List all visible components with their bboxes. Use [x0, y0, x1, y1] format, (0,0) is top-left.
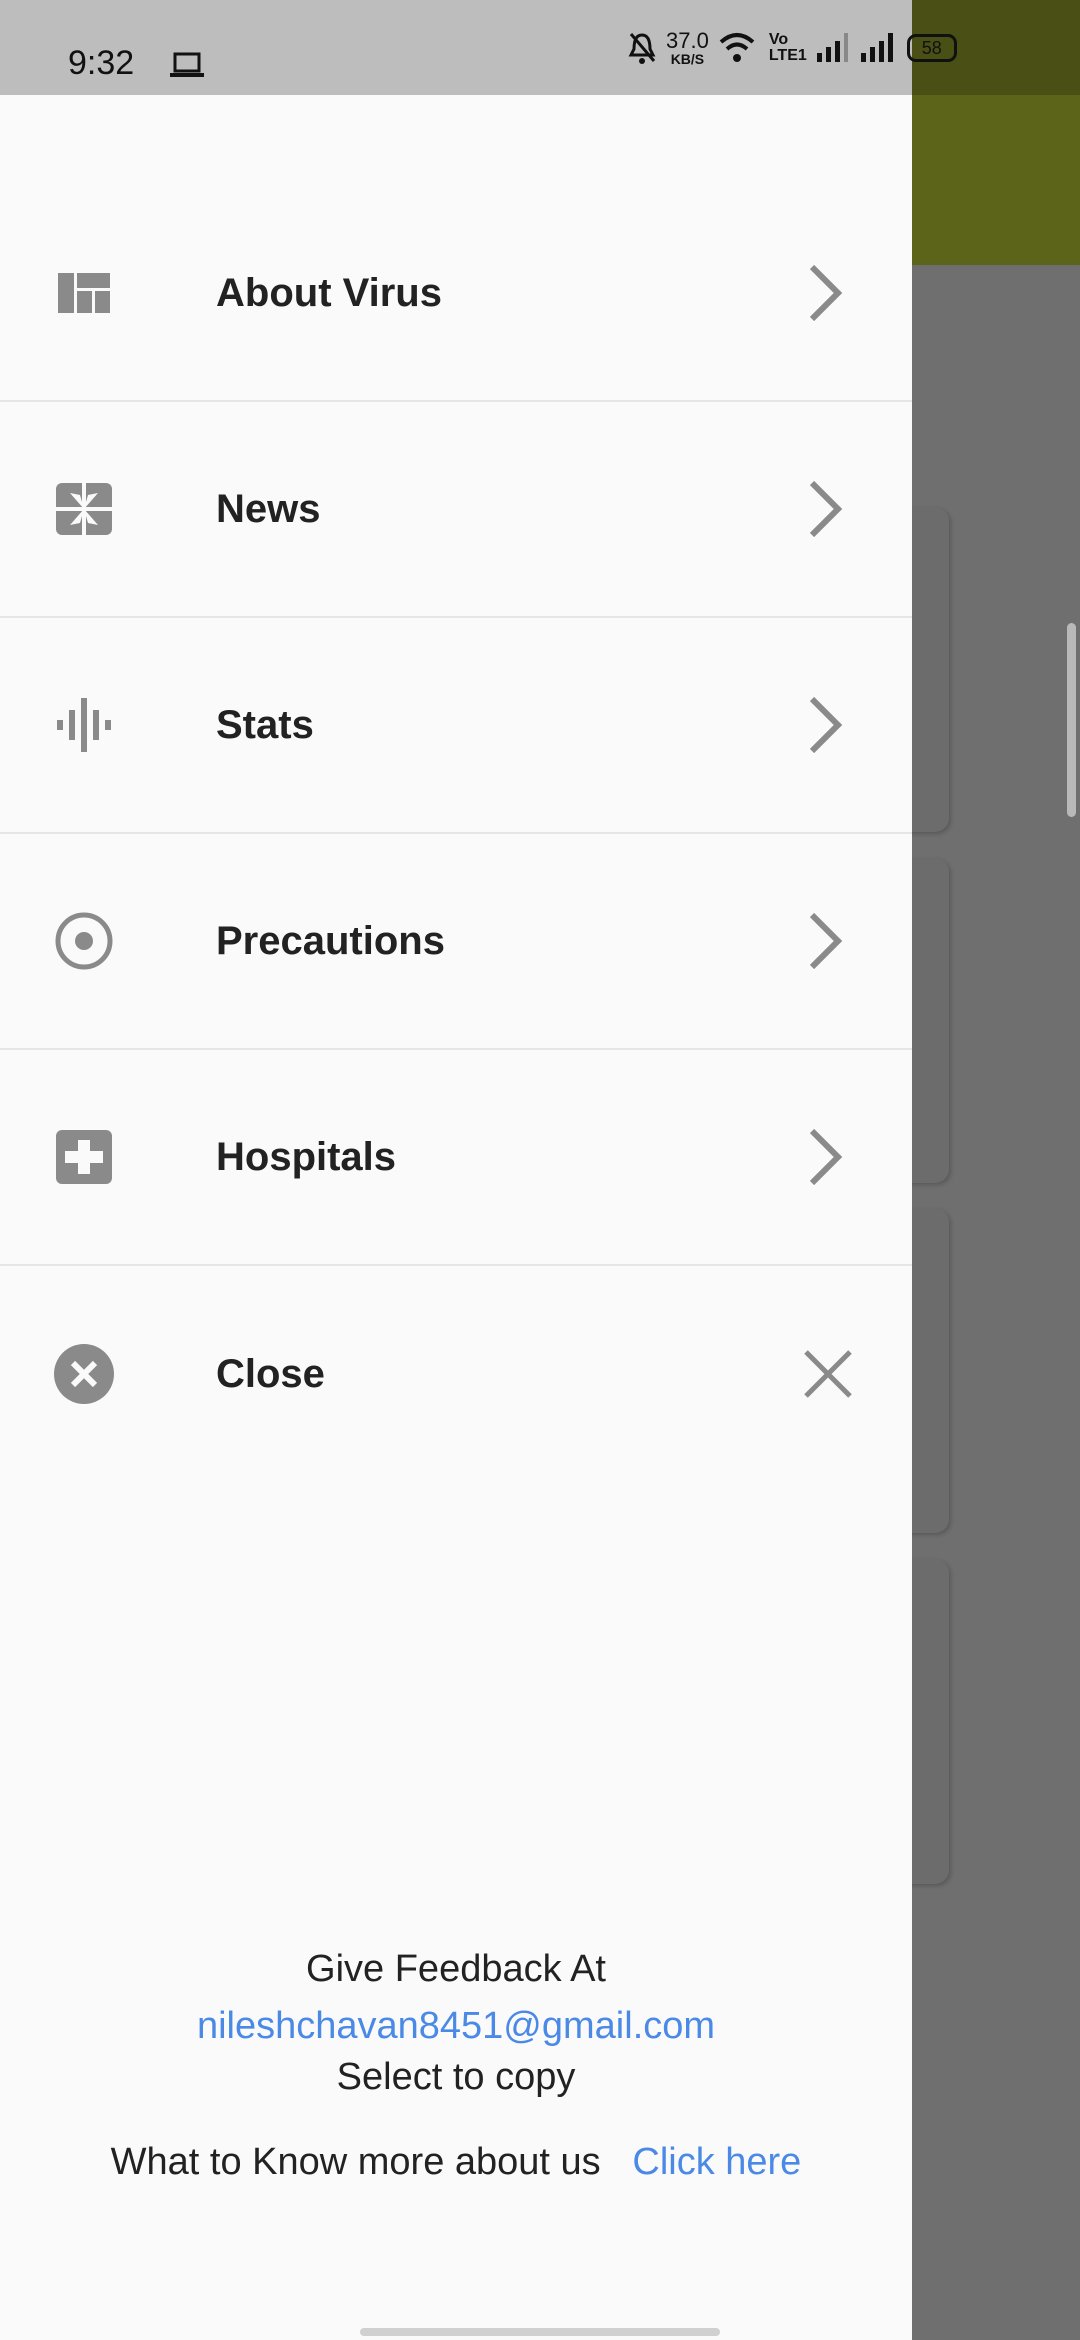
- about-us-line: What to Know more about us Click here: [0, 2141, 912, 2184]
- about-us-link[interactable]: Click here: [632, 2141, 801, 2183]
- graphic-eq-icon: [54, 695, 114, 755]
- battery-icon: 58: [906, 33, 957, 62]
- status-icons: 37.0 KB/S Vo LTE1 58: [628, 0, 957, 95]
- net-speed: 37.0 KB/S: [666, 27, 709, 67]
- lte-label: LTE1: [768, 46, 807, 64]
- radio-button-icon: [54, 911, 114, 971]
- volte-indicator: Vo LTE1: [768, 30, 807, 64]
- feedback-email[interactable]: nileshchavan8451@gmail.com: [0, 2005, 912, 2048]
- battery-level: 58: [921, 37, 942, 58]
- drawer-item-close[interactable]: Close: [0, 1266, 912, 1482]
- chevron-right-icon: [809, 697, 843, 753]
- drawer-item-label: Close: [216, 1351, 325, 1396]
- drawer-item-label: News: [216, 486, 321, 531]
- dashboard-icon: [54, 263, 114, 323]
- wifi-icon: [719, 32, 755, 62]
- drawer-item-label: Stats: [216, 702, 314, 747]
- drawer-item-label: Precautions: [216, 918, 445, 963]
- local-hospital-icon: [54, 1127, 114, 1187]
- bell-off-icon: [628, 32, 656, 64]
- laptop-icon: [170, 52, 204, 77]
- clock: 9:32: [68, 44, 135, 82]
- net-speed-value: 37.0: [666, 27, 709, 53]
- chevron-right-icon: [809, 913, 843, 969]
- signal-icon: [816, 32, 848, 62]
- scrollbar[interactable]: [1067, 623, 1076, 817]
- volte-label: Vo: [768, 30, 789, 48]
- drawer-item-precautions[interactable]: Precautions: [0, 834, 912, 1050]
- drawer-item-label: Hospitals: [216, 1134, 397, 1179]
- drawer-item-about-virus[interactable]: About Virus: [0, 186, 912, 402]
- close-icon: [804, 1350, 852, 1398]
- feedback-label: Give Feedback At: [306, 1948, 606, 1990]
- chevron-right-icon: [809, 481, 843, 537]
- chevron-right-icon: [809, 1129, 843, 1185]
- drawer-item-stats[interactable]: Stats: [0, 618, 912, 834]
- net-speed-unit: KB/S: [670, 50, 705, 67]
- cancel-icon: [54, 1344, 114, 1404]
- about-us-text: What to Know more about us: [110, 2141, 601, 2183]
- chevron-right-icon: [809, 265, 843, 321]
- news-icon: [54, 479, 114, 539]
- navigation-drawer: About Virus News Stats Precautions Hospi…: [0, 95, 912, 2340]
- drawer-item-news[interactable]: News: [0, 402, 912, 618]
- drawer-item-label: About Virus: [216, 270, 442, 315]
- copy-hint: Select to copy: [336, 2056, 576, 2098]
- home-indicator[interactable]: [360, 2328, 720, 2336]
- signal-icon-2: [860, 32, 893, 62]
- drawer-item-hospitals[interactable]: Hospitals: [0, 1050, 912, 1266]
